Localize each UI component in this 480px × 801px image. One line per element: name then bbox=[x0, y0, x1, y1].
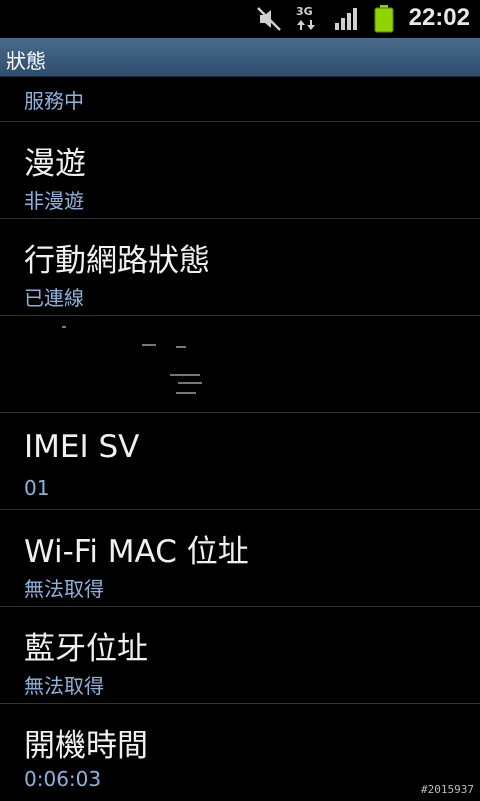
status-bar: 3G 22:02 bbox=[0, 0, 480, 38]
list-item-bluetooth-address[interactable]: 藍牙位址 無法取得 bbox=[0, 607, 480, 704]
list-item-service-state[interactable]: 服務中 bbox=[0, 76, 480, 122]
imei-sv-value: 01 bbox=[24, 476, 50, 500]
list-item-uptime[interactable]: 開機時間 0:06:03 bbox=[0, 704, 480, 801]
page-title: 狀態 bbox=[6, 49, 46, 73]
bluetooth-address-label: 藍牙位址 bbox=[24, 631, 148, 667]
3g-data-icon: 3G bbox=[295, 4, 319, 36]
service-state-value: 服務中 bbox=[24, 89, 84, 113]
redacted-mark bbox=[176, 346, 186, 348]
title-bar: 狀態 bbox=[0, 38, 480, 77]
wifi-mac-label: Wi-Fi MAC 位址 bbox=[24, 534, 249, 570]
list-item-mobile-network-state[interactable]: 行動網路狀態 已連線 bbox=[0, 219, 480, 316]
redacted-mark bbox=[176, 392, 196, 394]
mobile-network-state-label: 行動網路狀態 bbox=[24, 243, 210, 279]
uptime-value: 0:06:03 bbox=[24, 767, 102, 791]
list-item-roaming[interactable]: 漫遊 非漫遊 bbox=[0, 122, 480, 219]
clock: 22:02 bbox=[408, 4, 470, 31]
redacted-mark bbox=[170, 374, 200, 376]
imei-sv-label: IMEI SV bbox=[24, 429, 140, 465]
roaming-label: 漫遊 bbox=[24, 146, 86, 182]
svg-text:3G: 3G bbox=[296, 5, 313, 18]
status-list[interactable]: 服務中 漫遊 非漫遊 行動網路狀態 已連線 IMEI SV 01 Wi-Fi M… bbox=[0, 76, 480, 801]
wifi-mac-value: 無法取得 bbox=[24, 577, 104, 601]
mobile-network-state-value: 已連線 bbox=[24, 286, 84, 310]
signal-icon bbox=[333, 6, 359, 36]
list-item-wifi-mac[interactable]: Wi-Fi MAC 位址 無法取得 bbox=[0, 510, 480, 607]
list-item-redacted[interactable] bbox=[0, 316, 480, 413]
mute-icon bbox=[256, 6, 282, 36]
list-item-imei-sv[interactable]: IMEI SV 01 bbox=[0, 413, 480, 510]
redacted-mark bbox=[142, 344, 156, 346]
roaming-value: 非漫遊 bbox=[24, 189, 84, 213]
bluetooth-address-value: 無法取得 bbox=[24, 674, 104, 698]
uptime-label: 開機時間 bbox=[24, 728, 148, 764]
battery-icon bbox=[372, 4, 396, 38]
watermark: #2015937 bbox=[421, 783, 474, 796]
redacted-mark bbox=[62, 326, 66, 328]
redacted-mark bbox=[178, 382, 202, 384]
